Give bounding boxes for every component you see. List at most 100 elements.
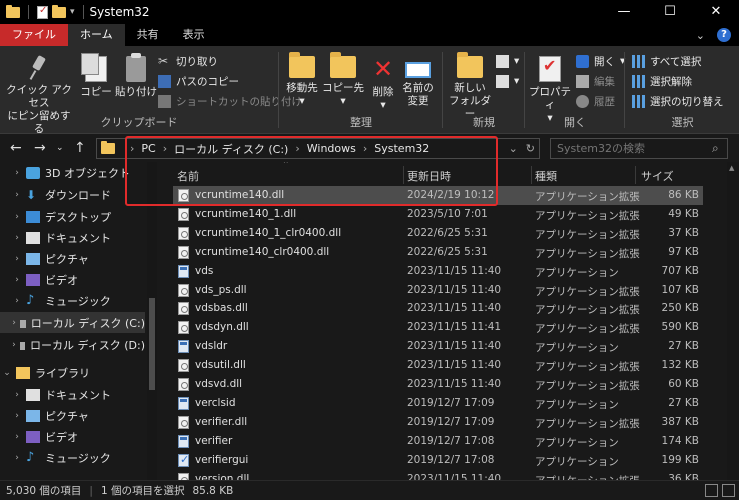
search-input[interactable] [550,138,728,159]
chevron-right-icon[interactable]: › [12,390,22,400]
table-row[interactable]: verifier 2019/12/7 17:08 アプリケーション 174 KB [173,432,703,451]
column-header-size[interactable]: サイズ [641,168,674,184]
address-history-icon[interactable]: ⌄ [509,142,518,155]
nav-item-music[interactable]: › ♪ ミュージック [0,290,145,311]
nav-item-lib-pictures[interactable]: › ピクチャ [0,405,145,426]
chevron-right-icon[interactable]: › [12,296,22,306]
table-row[interactable]: vcruntime140_clr0400.dll 2022/6/25 5:31 アプ… [173,243,703,262]
nav-item-local-disk-d[interactable]: › ローカル ディスク (D:) [0,334,145,355]
table-row[interactable]: vdsvd.dll 2023/11/15 11:40 アプリケーション拡張 60 KB [173,375,703,394]
chevron-right-icon[interactable]: › [295,142,299,155]
address-bar[interactable]: › PC › ローカル ディスク (C:) › Windows › System… [96,138,540,159]
chevron-right-icon[interactable]: › [12,453,22,463]
tab-share[interactable]: 共有 [125,24,171,46]
help-icon[interactable]: ? [717,28,731,42]
delete-button[interactable]: ✕ 削除 ▾ [368,52,398,112]
open-button[interactable]: 開く ▾ [576,52,625,70]
chevron-right-icon[interactable]: › [363,142,367,155]
table-row[interactable]: verifiergui 2019/12/7 17:08 アプリケーション 199 KB [173,451,703,470]
breadcrumb-windows[interactable]: Windows [307,142,356,155]
tab-home[interactable]: ホーム [68,24,125,46]
chevron-down-icon[interactable]: ⌄ [2,368,12,378]
back-arrow-icon[interactable]: ← [10,134,22,162]
table-row[interactable]: vcruntime140.dll 2024/2/19 10:12 アプリケーション拡… [173,186,703,205]
close-button[interactable]: ✕ [693,0,739,24]
details-view-icon[interactable] [705,484,718,497]
customize-quick-access-icon[interactable]: ▾ [70,7,75,17]
table-row[interactable]: vcruntime140_1.dll 2023/5/10 7:01 アプリケーション… [173,205,703,224]
select-none-button[interactable]: 選択解除 [632,72,692,90]
chevron-right-icon[interactable]: › [12,233,22,243]
nav-item-3d-objects[interactable]: › 3D オブジェクト [0,162,145,183]
scroll-up-icon[interactable]: ▲ [729,164,734,172]
file-list-scrollbar[interactable]: ▲ [727,162,739,480]
table-row[interactable]: vdsbas.dll 2023/11/15 11:40 アプリケーション拡張 250 … [173,299,703,318]
nav-item-lib-videos[interactable]: › ビデオ [0,426,145,447]
nav-scrollbar[interactable] [147,162,157,480]
nav-item-lib-documents[interactable]: › ドキュメント [0,384,145,405]
nav-item-lib-music[interactable]: › ♪ ミュージック [0,447,145,468]
table-row[interactable]: vds 2023/11/15 11:40 アプリケーション 707 KB [173,262,703,281]
recent-locations-icon[interactable]: ⌄ [56,134,64,162]
copy-path-button[interactable]: パスのコピー [158,72,239,90]
copy-to-button[interactable]: コピー先 ▾ [322,52,364,108]
rename-button[interactable]: 名前の 変更 [400,52,436,108]
column-header-type[interactable]: 種類 [535,168,557,184]
new-item-button[interactable]: ▾ [496,52,519,70]
chevron-right-icon[interactable]: › [12,212,22,222]
nav-item-pictures[interactable]: › ピクチャ [0,248,145,269]
column-divider[interactable] [531,166,532,184]
table-row[interactable]: version.dll 2023/11/15 11:40 アプリケーション拡張 36 … [173,470,703,480]
chevron-right-icon[interactable]: › [130,142,134,155]
table-row[interactable]: vcruntime140_1_clr0400.dll 2022/6/25 5:31… [173,224,703,243]
maximize-button[interactable]: ☐ [647,0,693,24]
up-arrow-icon[interactable]: ↑ [74,134,86,162]
forward-arrow-icon[interactable]: → [34,134,46,162]
refresh-icon[interactable]: ↻ [526,142,535,155]
move-to-button[interactable]: 移動先 ▾ [282,52,322,108]
table-row[interactable]: vdsdyn.dll 2023/11/15 11:41 アプリケーション拡張 590 … [173,318,703,337]
nav-item-downloads[interactable]: › ⬇ ダウンロード [0,184,145,205]
nav-scrollbar-thumb[interactable] [149,298,155,390]
new-folder-button[interactable]: 新しい フォルダー [448,52,492,121]
nav-item-libraries[interactable]: ⌄ ライブラリ [0,362,145,383]
chevron-right-icon[interactable]: › [163,142,167,155]
nav-item-local-disk-c[interactable]: › ローカル ディスク (C:) [0,312,145,333]
chevron-right-icon[interactable]: › [12,168,22,178]
invert-selection-button[interactable]: 選択の切り替え [632,92,724,110]
large-icons-view-icon[interactable] [722,484,735,497]
easy-access-button[interactable]: ▾ [496,72,519,90]
paste-button[interactable]: 貼り付け [114,52,158,99]
table-row[interactable]: verifier.dll 2019/12/7 17:09 アプリケーション拡張 387… [173,413,703,432]
nav-item-videos[interactable]: › ビデオ [0,269,145,290]
cut-button[interactable]: ✂ 切り取り [158,52,218,70]
column-header-name[interactable]: 名前 [177,168,199,184]
edit-button[interactable]: 編集 [576,72,615,90]
nav-item-desktop[interactable]: › デスクトップ [0,206,145,227]
table-row[interactable]: vds_ps.dll 2023/11/15 11:40 アプリケーション拡張 107 … [173,281,703,300]
copy-button[interactable]: コピー [78,52,114,99]
search-icon[interactable]: ⌕ [712,141,719,156]
table-row[interactable]: verclsid 2019/12/7 17:09 アプリケーション 27 KB [173,394,703,413]
collapse-ribbon-icon[interactable]: ⌄ [696,29,705,42]
column-divider[interactable] [403,166,404,184]
nav-item-documents[interactable]: › ドキュメント [0,227,145,248]
select-all-button[interactable]: すべて選択 [632,52,701,70]
table-row[interactable]: vdsldr 2023/11/15 11:40 アプリケーション 27 KB [173,337,703,356]
chevron-right-icon[interactable]: › [12,340,16,350]
properties-quick-icon[interactable] [37,5,48,19]
column-divider[interactable] [635,166,636,184]
minimize-button[interactable]: — [601,0,647,24]
chevron-right-icon[interactable]: › [12,190,22,200]
history-button[interactable]: 履歴 [576,92,615,110]
new-folder-quick-icon[interactable] [52,4,66,18]
chevron-right-icon[interactable]: › [12,254,22,264]
breadcrumb-pc[interactable]: PC [141,142,155,155]
breadcrumb-local-disk-c[interactable]: ローカル ディスク (C:) [174,141,288,157]
chevron-right-icon[interactable]: › [12,318,16,328]
breadcrumb-system32[interactable]: System32 [374,142,429,155]
chevron-right-icon[interactable]: › [12,411,22,421]
table-row[interactable]: vdsutil.dll 2023/11/15 11:40 アプリケーション拡張 132… [173,356,703,375]
tab-file[interactable]: ファイル [0,24,68,46]
column-header-date[interactable]: 更新日時 [407,168,451,184]
